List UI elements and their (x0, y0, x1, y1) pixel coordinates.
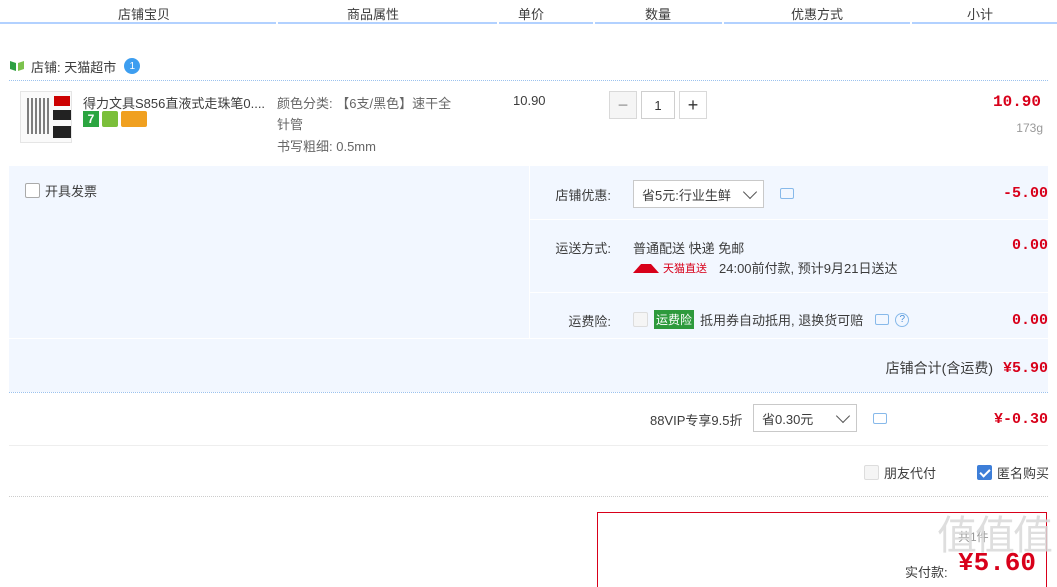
seven-day-return-icon: 7 (83, 111, 99, 127)
invoice-checkbox[interactable] (25, 183, 40, 198)
shop-discount-select[interactable]: 省5元:行业生鲜 (633, 180, 764, 208)
invoice-option[interactable]: 开具发票 (25, 181, 97, 200)
comment-icon[interactable] (873, 413, 887, 424)
item-badges: 7 (83, 111, 147, 127)
insurance-checkbox (633, 312, 648, 327)
vip-amount: ¥-0.30 (993, 411, 1048, 428)
chevron-down-icon (742, 184, 758, 199)
invoice-label: 开具发票 (45, 184, 98, 199)
insurance-tag: 运费险 (654, 310, 695, 329)
guarantee-icon (102, 111, 118, 127)
qty-minus-button[interactable]: − (609, 91, 637, 119)
item-weight: 173g (1016, 121, 1043, 135)
comment-icon[interactable] (780, 188, 794, 199)
shop-row: 店铺: 天猫超市 1 (9, 56, 141, 76)
pay-label: 实付款: (905, 565, 948, 580)
delivery-note: 24:00前付款, 预计9月21日送达 (719, 261, 898, 276)
quantity-stepper: − 1 + (609, 91, 707, 119)
insurance-note: 抵用券自动抵用, 退换货可赔 (700, 313, 864, 328)
item-subtotal: 10.90 (992, 93, 1041, 111)
item-color-prop-cont: 针管 (277, 117, 304, 132)
unit-price: 10.90 (513, 93, 546, 108)
insurance-option: 运费险 抵用券自动抵用, 退换货可赔 ? (633, 310, 910, 329)
tmall-direct-icon (633, 263, 659, 273)
shop-discount-amount: -5.00 (1002, 185, 1048, 202)
header-unit-price: 单价 (518, 7, 545, 22)
wangwang-chat-icon[interactable]: 1 (124, 58, 141, 74)
item-color-prop: 颜色分类: 【6支/黑色】速干全 (277, 96, 452, 111)
shipping-label: 运送方式: (555, 241, 611, 256)
watermark: 值值值 (937, 513, 1053, 559)
friend-pay-checkbox[interactable] (864, 465, 879, 480)
item-thumbnail[interactable] (20, 91, 72, 143)
anonymous-option[interactable]: 匿名购买 (977, 463, 1049, 482)
item-tip-prop: 书写粗细: 0.5mm (277, 139, 376, 154)
comment-icon[interactable] (875, 314, 890, 325)
header-discount: 优惠方式 (791, 7, 844, 22)
insurance-label: 运费险: (568, 314, 611, 329)
shop-total: 店铺合计(含运费) ¥5.90 (886, 358, 1048, 378)
vip-discount-select[interactable]: 省0.30元 (753, 404, 857, 432)
shipping-amount: 0.00 (1011, 237, 1048, 254)
divider (9, 80, 1048, 81)
shop-discount-label: 店铺优惠: (555, 188, 611, 203)
item-title-link[interactable]: 得力文具S856直液式走珠笔0.... (83, 93, 268, 112)
shop-name[interactable]: 店铺: 天猫超市 (31, 57, 116, 76)
shop-icon (10, 61, 24, 71)
header-quantity: 数量 (645, 7, 672, 22)
credit-card-icon (121, 111, 147, 127)
qty-plus-button[interactable]: + (679, 91, 707, 119)
vip-label: 88VIP专享9.5折 (650, 413, 743, 428)
qty-input[interactable]: 1 (641, 91, 675, 119)
friend-pay-option[interactable]: 朋友代付 (864, 463, 936, 482)
header-attributes: 商品属性 (347, 7, 400, 22)
header-subtotal: 小计 (967, 7, 994, 22)
column-header: 店铺宝贝 商品属性 单价 数量 优惠方式 小计 (0, 0, 1057, 26)
delivery-info: 天猫直送 24:00前付款, 预计9月21日送达 (633, 258, 897, 277)
tmall-direct-tag: 天猫直送 (663, 262, 707, 275)
shop-total-amount: ¥5.90 (1002, 359, 1048, 377)
shipping-method: 普通配送 快递 免邮 (633, 241, 745, 256)
help-icon[interactable]: ? (895, 312, 910, 327)
header-shop-item: 店铺宝贝 (118, 7, 171, 22)
insurance-amount: 0.00 (1011, 312, 1048, 329)
chevron-down-icon (835, 408, 851, 423)
shop-total-label: 店铺合计(含运费) (885, 360, 993, 376)
anonymous-checkbox[interactable] (977, 465, 992, 480)
